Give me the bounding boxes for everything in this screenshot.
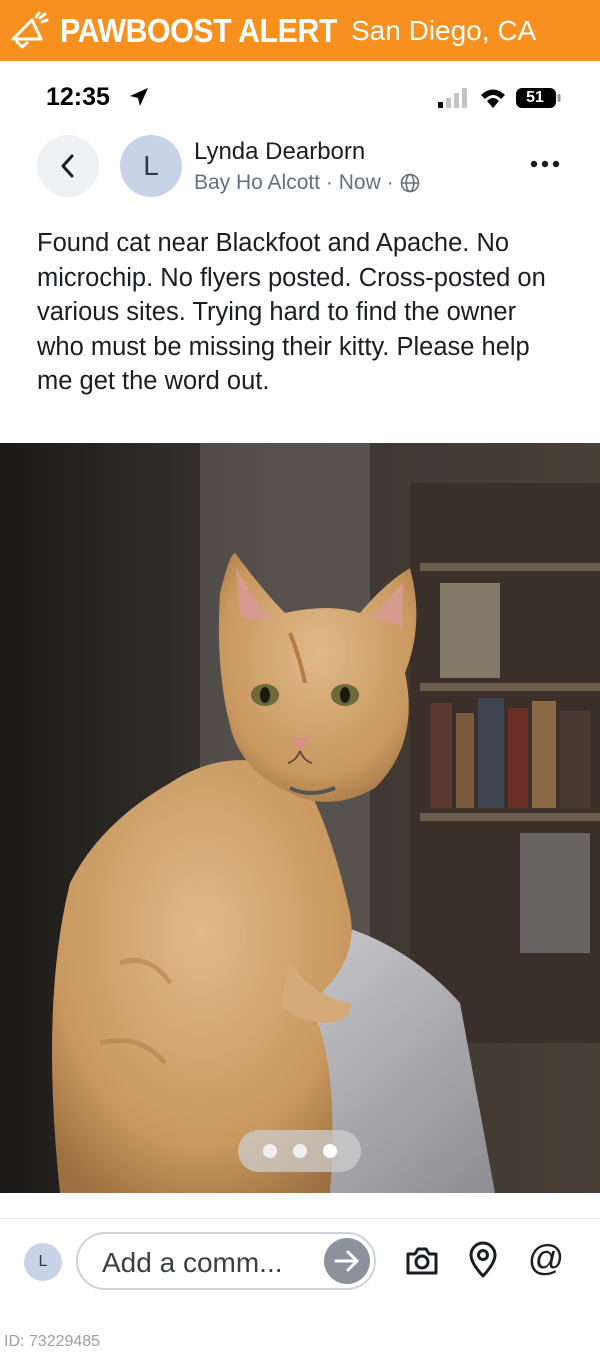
send-button[interactable] — [324, 1238, 370, 1284]
back-button[interactable] — [37, 135, 99, 197]
send-arrow-icon — [334, 1250, 359, 1272]
comment-input[interactable] — [100, 1244, 314, 1282]
meta-separator: · — [380, 171, 394, 194]
author-avatar[interactable]: L — [120, 135, 182, 197]
alert-banner: PAWBOOST ALERT San Diego, CA — [0, 0, 600, 61]
status-bar: 12:35 51 — [0, 80, 600, 118]
post-body: Found cat near Blackfoot and Apache. No … — [37, 229, 546, 395]
mention-button[interactable]: @ — [526, 1238, 566, 1278]
status-time: 12:35 — [46, 83, 110, 111]
commenter-avatar: L — [24, 1243, 62, 1281]
photo-carousel-indicator[interactable] — [238, 1130, 361, 1172]
brand-name: PAWBOOST ALERT — [60, 11, 337, 49]
more-options-icon[interactable] — [527, 150, 563, 178]
post-time: Now — [338, 171, 381, 194]
meta-separator: · — [320, 171, 339, 194]
signal-icon — [438, 88, 467, 108]
camera-icon[interactable] — [404, 1243, 440, 1279]
carousel-dot[interactable] — [292, 1144, 307, 1158]
author-name[interactable]: Lynda Dearborn — [194, 138, 365, 166]
author-avatar-initial: L — [143, 150, 159, 181]
post-meta: Bay Ho Alcott · Now · — [194, 171, 420, 195]
carousel-dot[interactable] — [262, 1144, 277, 1158]
carousel-dot-active[interactable] — [322, 1144, 337, 1158]
globe-icon — [400, 173, 419, 193]
cat-photo-illustration — [0, 443, 600, 1193]
chevron-left-icon — [61, 154, 74, 178]
commenter-avatar-initial: L — [38, 1253, 48, 1270]
post-photo[interactable] — [0, 443, 600, 1193]
post-neighborhood[interactable]: Bay Ho Alcott — [194, 171, 320, 195]
post-id: ID: 73229485 — [4, 1333, 101, 1350]
wifi-icon — [481, 89, 505, 108]
megaphone-icon — [11, 11, 49, 48]
battery-level: 51 — [526, 89, 544, 106]
comment-bar-divider — [0, 1218, 600, 1219]
location-pin-icon[interactable] — [467, 1241, 499, 1279]
alert-city: San Diego, CA — [351, 14, 537, 46]
location-arrow-icon — [130, 88, 148, 106]
comment-field[interactable] — [76, 1232, 376, 1290]
